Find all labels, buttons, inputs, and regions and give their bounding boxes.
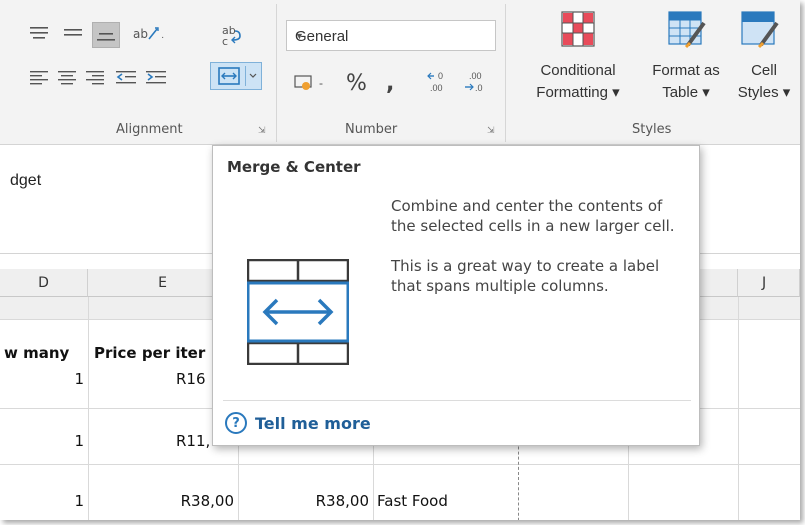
- cell-r3-f[interactable]: R38,00: [238, 492, 369, 510]
- excel-window: ab · ab c General ▼ - % , 0 .00 .00 .0 C…: [0, 0, 800, 520]
- format-as-table-icon[interactable]: [665, 8, 709, 50]
- tooltip-desc-1: Combine and center the contents of the s…: [391, 197, 675, 235]
- align-left-icon[interactable]: [28, 66, 50, 88]
- cell-header-e[interactable]: Price per iter: [94, 344, 205, 362]
- cell-r1-d[interactable]: 1: [0, 370, 84, 388]
- cell-r2-e[interactable]: R11,: [176, 432, 210, 450]
- format-as-table-label: Format as: [652, 62, 720, 79]
- conditional-formatting-label-2: Formatting: [536, 84, 608, 101]
- cell-styles-icon[interactable]: [738, 8, 782, 50]
- ribbon: ab · ab c General ▼ - % , 0 .00 .00 .0 C…: [0, 0, 800, 145]
- column-letter-e: E: [158, 275, 167, 291]
- cell-r3-e[interactable]: R38,00: [88, 492, 234, 510]
- svg-text:.00: .00: [430, 83, 443, 93]
- cell-r2-d[interactable]: 1: [0, 432, 84, 450]
- align-right-icon[interactable]: [84, 66, 106, 88]
- align-center-icon[interactable]: [56, 66, 78, 88]
- decrease-decimal-icon[interactable]: .00.0: [462, 66, 492, 96]
- tell-me-more-link[interactable]: ? Tell me more: [225, 412, 371, 434]
- tell-me-more-label: Tell me more: [255, 413, 371, 433]
- svg-text:%: %: [346, 71, 367, 95]
- merge-center-tooltip: Merge & Center Combine and center the co…: [212, 145, 700, 446]
- cell-styles-label-2: Styles: [737, 84, 779, 101]
- format-as-table-label-2: Table: [662, 84, 699, 101]
- cell-r3-d[interactable]: 1: [0, 492, 84, 510]
- align-top-icon[interactable]: [28, 22, 50, 44]
- styles-group-label: Styles: [632, 122, 672, 137]
- column-header-j[interactable]: J: [738, 269, 800, 297]
- svg-text:.00: .00: [469, 71, 482, 81]
- merge-center-icon: [218, 67, 240, 85]
- conditional-formatting-icon[interactable]: [558, 8, 598, 50]
- format-as-table-button[interactable]: Format as Table ▾: [640, 60, 732, 104]
- svg-text:.0: .0: [475, 83, 483, 93]
- merge-center-illustration-icon: [246, 258, 350, 370]
- column-letter-d: D: [38, 275, 49, 291]
- number-group-label: Number: [345, 122, 398, 137]
- increase-indent-icon[interactable]: [144, 66, 168, 88]
- comma-style-icon[interactable]: ,: [380, 68, 402, 96]
- orientation-icon[interactable]: ab ·: [130, 22, 168, 44]
- increase-decimal-icon[interactable]: 0.00: [425, 66, 455, 96]
- tooltip-title: Merge & Center: [227, 158, 361, 176]
- alignment-group-label: Alignment: [116, 122, 183, 137]
- svg-text:·: ·: [161, 32, 164, 43]
- svg-text:,: ,: [386, 71, 394, 95]
- svg-text:c: c: [222, 35, 228, 47]
- conditional-formatting-label: Conditional: [540, 62, 616, 79]
- align-middle-icon[interactable]: [62, 22, 84, 44]
- cell-styles-label: Cell: [751, 62, 777, 79]
- conditional-formatting-button[interactable]: Conditional Formatting ▾: [526, 60, 630, 104]
- cell-r1-e[interactable]: R16: [176, 370, 206, 388]
- tooltip-desc-2: This is a great way to create a label th…: [391, 257, 660, 295]
- formula-bar-text: dget: [10, 172, 42, 189]
- cell-header-d[interactable]: w many: [4, 344, 69, 362]
- svg-text:-: -: [319, 76, 323, 90]
- svg-text:0: 0: [438, 71, 443, 81]
- grid-line: [738, 297, 739, 520]
- column-letter-j: J: [762, 275, 767, 291]
- alignment-dialog-launcher-icon[interactable]: ⇲: [258, 125, 268, 135]
- tooltip-description: Combine and center the contents of the s…: [391, 196, 691, 316]
- chevron-down-icon[interactable]: ▼: [295, 31, 489, 41]
- merge-center-button[interactable]: [210, 62, 262, 90]
- align-bottom-icon[interactable]: [92, 22, 120, 48]
- number-dialog-launcher-icon[interactable]: ⇲: [487, 125, 497, 135]
- column-header-d[interactable]: D: [0, 269, 88, 297]
- help-icon: ?: [225, 412, 247, 434]
- accounting-format-icon[interactable]: -: [292, 70, 338, 94]
- grid-line: [88, 297, 89, 520]
- percent-icon[interactable]: %: [343, 68, 371, 96]
- number-format-select[interactable]: General ▼: [286, 20, 496, 51]
- svg-text:ab: ab: [133, 27, 148, 41]
- cell-styles-button[interactable]: Cell Styles ▾: [728, 60, 800, 104]
- decrease-indent-icon[interactable]: [114, 66, 138, 88]
- wrap-text-icon[interactable]: ab c: [218, 22, 244, 48]
- tooltip-divider: [223, 400, 691, 401]
- cell-r3-g[interactable]: Fast Food: [377, 492, 448, 510]
- grid-line: [0, 464, 800, 465]
